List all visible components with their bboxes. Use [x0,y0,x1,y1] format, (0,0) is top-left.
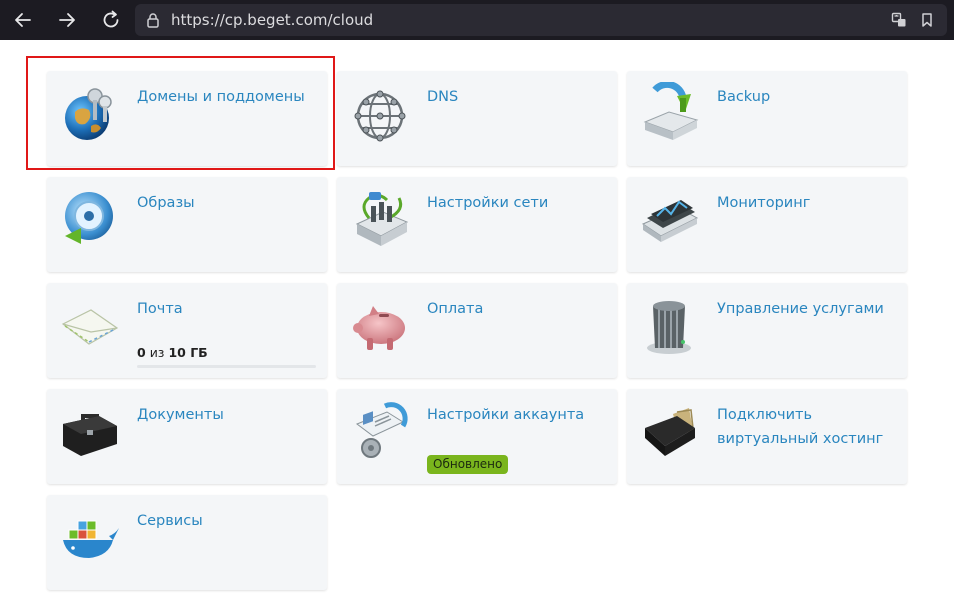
tile-images-label[interactable]: Образы [137,191,322,215]
mail-usage-total: 10 ГБ [168,345,208,360]
tile-virtual-hosting[interactable]: Подключить виртуальный хостинг [627,389,907,484]
mail-usage-bar [137,365,316,368]
tile-network-label[interactable]: Настройки сети [427,191,612,215]
lock-icon [147,13,159,28]
forward-button[interactable] [55,8,79,32]
tile-backup-label[interactable]: Backup [717,85,902,109]
mail-usage: 0 из 10 ГБ [137,345,208,360]
account-settings-icon [349,400,411,462]
translate-icon[interactable] [891,12,907,28]
updated-badge: Обновлено [427,455,509,474]
tile-services-label[interactable]: Сервисы [137,509,322,533]
reload-icon [103,10,119,28]
tile-mail[interactable]: Почта 0 из 10 ГБ [47,283,327,378]
arrow-left-icon [15,13,31,27]
tile-services-mgmt-label[interactable]: Управление услугами [717,297,902,321]
disc-icon [59,188,121,250]
browser-toolbar: https://cp.beget.com/cloud [0,0,954,40]
tile-dns-label[interactable]: DNS [427,85,612,109]
bookmark-icon[interactable] [919,12,935,28]
tile-services[interactable]: Сервисы [47,495,327,590]
tile-mail-label[interactable]: Почта [137,297,322,321]
tile-account[interactable]: Настройки аккаунта Обновлено [337,389,617,484]
tile-domains-label[interactable]: Домены и поддомены [137,85,322,109]
url-text[interactable]: https://cp.beget.com/cloud [171,11,373,29]
backup-drive-icon [639,82,701,144]
network-sphere-icon [349,82,411,144]
tile-virtual-hosting-label[interactable]: Подключить виртуальный хостинг [717,403,902,451]
briefcase-icon [59,400,121,462]
back-button[interactable] [11,8,35,32]
monitoring-icon [639,188,701,250]
tile-monitoring[interactable]: Мониторинг [627,177,907,272]
address-bar[interactable]: https://cp.beget.com/cloud [135,4,947,36]
tile-payment-label[interactable]: Оплата [427,297,612,321]
tile-domains[interactable]: Домены и поддомены [47,71,327,166]
server-tower-icon [639,294,701,356]
tile-network[interactable]: Настройки сети [337,177,617,272]
network-switch-icon [349,188,411,250]
arrow-right-icon [59,13,75,27]
tile-backup[interactable]: Backup [627,71,907,166]
wallet-icon [639,400,701,462]
mail-usage-used: 0 [137,345,146,360]
tile-documents-label[interactable]: Документы [137,403,322,427]
envelope-icon [59,294,121,356]
piggy-bank-icon [349,294,411,356]
reload-button[interactable] [99,8,123,32]
tile-account-label[interactable]: Настройки аккаунта [427,403,612,427]
tile-services-mgmt[interactable]: Управление услугами [627,283,907,378]
whale-containers-icon [59,506,121,568]
tile-images[interactable]: Образы [47,177,327,272]
tile-monitoring-label[interactable]: Мониторинг [717,191,902,215]
tile-dns[interactable]: DNS [337,71,617,166]
tile-payment[interactable]: Оплата [337,283,617,378]
mail-usage-sep: из [149,345,165,360]
tile-documents[interactable]: Документы [47,389,327,484]
globe-keys-icon [59,82,121,144]
